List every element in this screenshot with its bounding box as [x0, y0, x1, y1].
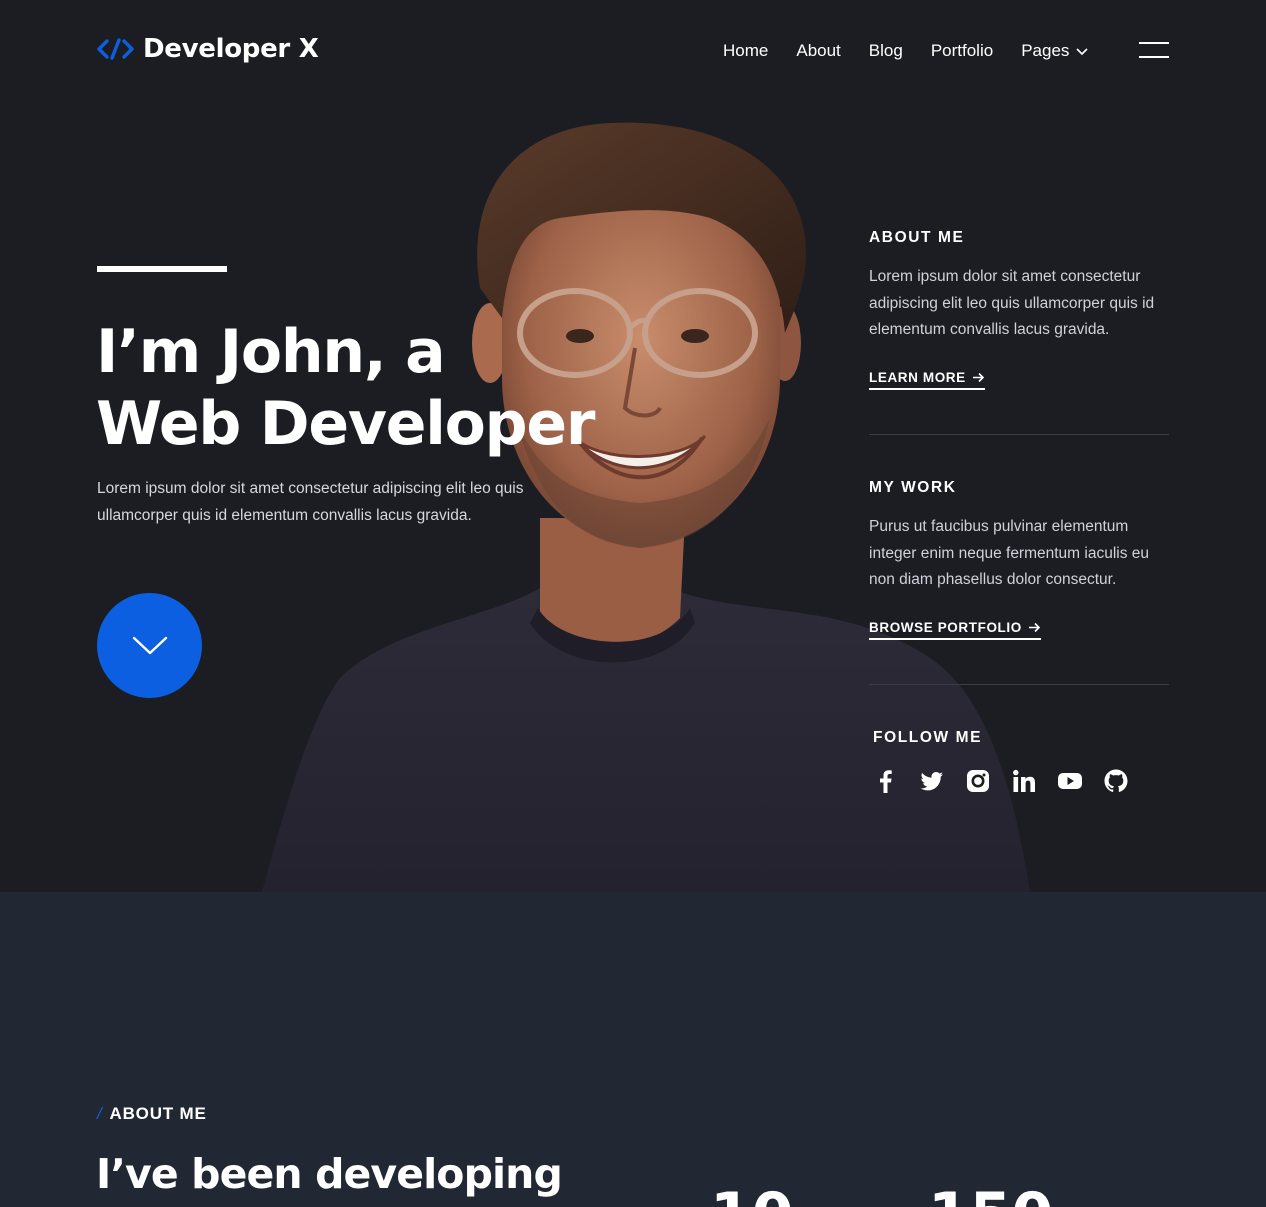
facebook-icon[interactable] [873, 768, 899, 794]
eyebrow-slash: / [97, 1104, 103, 1123]
logo-text: Developer X [143, 34, 319, 64]
menu-line [1139, 42, 1169, 44]
scroll-down-button[interactable] [97, 593, 202, 698]
sidebar-divider [869, 684, 1169, 685]
about-eyebrow-label: ABOUT ME [109, 1104, 207, 1123]
instagram-icon[interactable] [965, 768, 991, 794]
nav-portfolio[interactable]: Portfolio [931, 41, 993, 61]
learn-more-link[interactable]: LEARN MORE [869, 370, 985, 390]
follow-me: FOLLOW ME [873, 729, 1129, 794]
nav-blog[interactable]: Blog [869, 41, 903, 61]
arrow-right-icon [1028, 622, 1040, 632]
browse-portfolio-link[interactable]: BROWSE PORTFOLIO [869, 620, 1041, 640]
stat-projects: 150 [928, 1185, 1053, 1207]
hero-description: Lorem ipsum dolor sit amet consectetur a… [97, 480, 524, 524]
sidebar-about-title: ABOUT ME [869, 229, 965, 246]
nav-pages-dropdown[interactable]: Pages [1021, 41, 1089, 61]
browse-portfolio-label: BROWSE PORTFOLIO [869, 619, 1022, 635]
hamburger-menu-button[interactable] [1139, 41, 1169, 59]
hero-title-line2: Web Developer [96, 389, 595, 459]
social-icons [873, 768, 1129, 794]
sidebar-about-text: Lorem ipsum dolor sit amet consectetur a… [869, 268, 1155, 338]
github-icon[interactable] [1103, 768, 1129, 794]
follow-me-title: FOLLOW ME [873, 729, 983, 746]
main-nav: Home About Blog Portfolio Pages [723, 40, 1089, 62]
nav-pages[interactable]: Pages [1021, 41, 1069, 61]
sidebar-work-title: MY WORK [869, 479, 957, 496]
sidebar-work-text: Purus ut faucibus pulvinar elementum int… [869, 518, 1150, 588]
arrow-right-icon [972, 372, 984, 382]
chevron-down-icon [132, 636, 167, 654]
hero-title: I’m John, a Web Developer [96, 316, 656, 460]
code-brackets-icon [97, 38, 134, 60]
hero-accent-bar [97, 266, 227, 272]
twitter-icon[interactable] [919, 768, 945, 794]
hero-section: Developer X Home About Blog Portfolio Pa… [0, 0, 1266, 892]
about-eyebrow: / ABOUT ME [97, 1104, 207, 1124]
site-logo[interactable]: Developer X [97, 34, 319, 64]
learn-more-label: LEARN MORE [869, 369, 966, 385]
linkedin-icon[interactable] [1011, 768, 1037, 794]
nav-about[interactable]: About [796, 41, 840, 61]
stat-years: 10 [710, 1185, 794, 1207]
hero-title-line1: I’m John, a [96, 317, 446, 387]
chevron-down-icon [1076, 48, 1088, 56]
sidebar-about: ABOUT ME Lorem ipsum dolor sit amet cons… [869, 229, 1169, 390]
menu-line [1139, 56, 1169, 58]
sidebar-work: MY WORK Purus ut faucibus pulvinar eleme… [869, 479, 1169, 640]
about-section: / ABOUT ME I’ve been developing 10 150 [0, 892, 1266, 1207]
youtube-icon[interactable] [1057, 768, 1083, 794]
nav-home[interactable]: Home [723, 41, 768, 61]
sidebar-divider [869, 434, 1169, 435]
about-title: I’ve been developing [96, 1150, 563, 1198]
